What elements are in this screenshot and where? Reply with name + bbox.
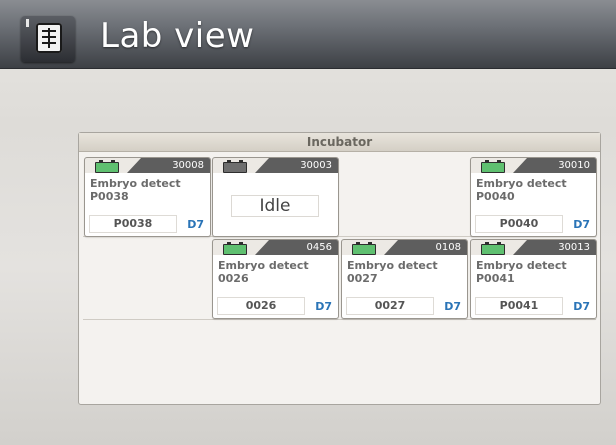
- slot-header: 0108: [342, 240, 467, 255]
- slot-day: D7: [573, 217, 590, 231]
- slot-card[interactable]: 30013 Embryo detect P0041 P0041 D7: [470, 239, 597, 319]
- slot-patient-id: P0041: [475, 297, 563, 315]
- slot-protocol: Embryo detect: [476, 259, 567, 272]
- culture-dish-icon: [352, 242, 376, 255]
- culture-dish-icon: [223, 160, 247, 173]
- incubator-panel: Incubator 30008 Embryo detect P0038 P003…: [78, 132, 601, 405]
- slot-day: D7: [187, 217, 204, 231]
- slot-card[interactable]: 0456 Embryo detect 0026 0026 D7: [212, 239, 339, 319]
- culture-dish-icon: [481, 160, 505, 173]
- slot-patient-id: P0040: [475, 215, 563, 233]
- slot-protocol: Embryo detect: [347, 259, 438, 272]
- culture-dish-icon: [223, 242, 247, 255]
- slot-patient-label: 0027: [347, 272, 378, 285]
- menu-marker-icon: [26, 19, 29, 27]
- slot-idle-status: Idle: [231, 195, 319, 217]
- culture-dish-icon: [95, 160, 119, 173]
- lab-grid-icon[interactable]: [21, 16, 75, 62]
- slot-header: 30008: [85, 158, 210, 173]
- slot-header: 30010: [471, 158, 596, 173]
- slot-protocol: Embryo detect: [476, 177, 567, 190]
- slot-card-idle[interactable]: 30003 Idle: [212, 157, 339, 237]
- slot-id: 0108: [435, 242, 461, 253]
- slot-patient-label: P0040: [476, 190, 515, 203]
- slot-patient-id: 0026: [217, 297, 305, 315]
- slot-patient-id: 0027: [346, 297, 434, 315]
- slot-card[interactable]: 30010 Embryo detect P0040 P0040 D7: [470, 157, 597, 237]
- slot-id: 30008: [172, 160, 204, 171]
- culture-dish-icon: [481, 242, 505, 255]
- slot-header: 30003: [213, 158, 338, 173]
- slot-patient-id: P0038: [89, 215, 177, 233]
- slot-id: 30013: [558, 242, 590, 253]
- slot-header: 0456: [213, 240, 338, 255]
- slot-header: 30013: [471, 240, 596, 255]
- header-bar: Lab view: [0, 0, 616, 69]
- slot-card[interactable]: 30008 Embryo detect P0038 P0038 D7: [84, 157, 211, 237]
- slot-protocol: Embryo detect: [218, 259, 309, 272]
- slot-id: 30003: [300, 160, 332, 171]
- slot-card[interactable]: 0108 Embryo detect 0027 0027 D7: [341, 239, 468, 319]
- slot-protocol: Embryo detect: [90, 177, 181, 190]
- slot-patient-label: P0038: [90, 190, 129, 203]
- slot-day: D7: [315, 299, 332, 313]
- slot-day: D7: [573, 299, 590, 313]
- row-divider: [83, 319, 596, 320]
- page-title: Lab view: [100, 16, 255, 56]
- grid-glyph: [36, 23, 62, 53]
- slot-day: D7: [444, 299, 461, 313]
- slot-patient-label: 0026: [218, 272, 249, 285]
- incubator-title: Incubator: [79, 133, 600, 152]
- slot-id: 30010: [558, 160, 590, 171]
- slot-id: 0456: [306, 242, 332, 253]
- slot-patient-label: P0041: [476, 272, 515, 285]
